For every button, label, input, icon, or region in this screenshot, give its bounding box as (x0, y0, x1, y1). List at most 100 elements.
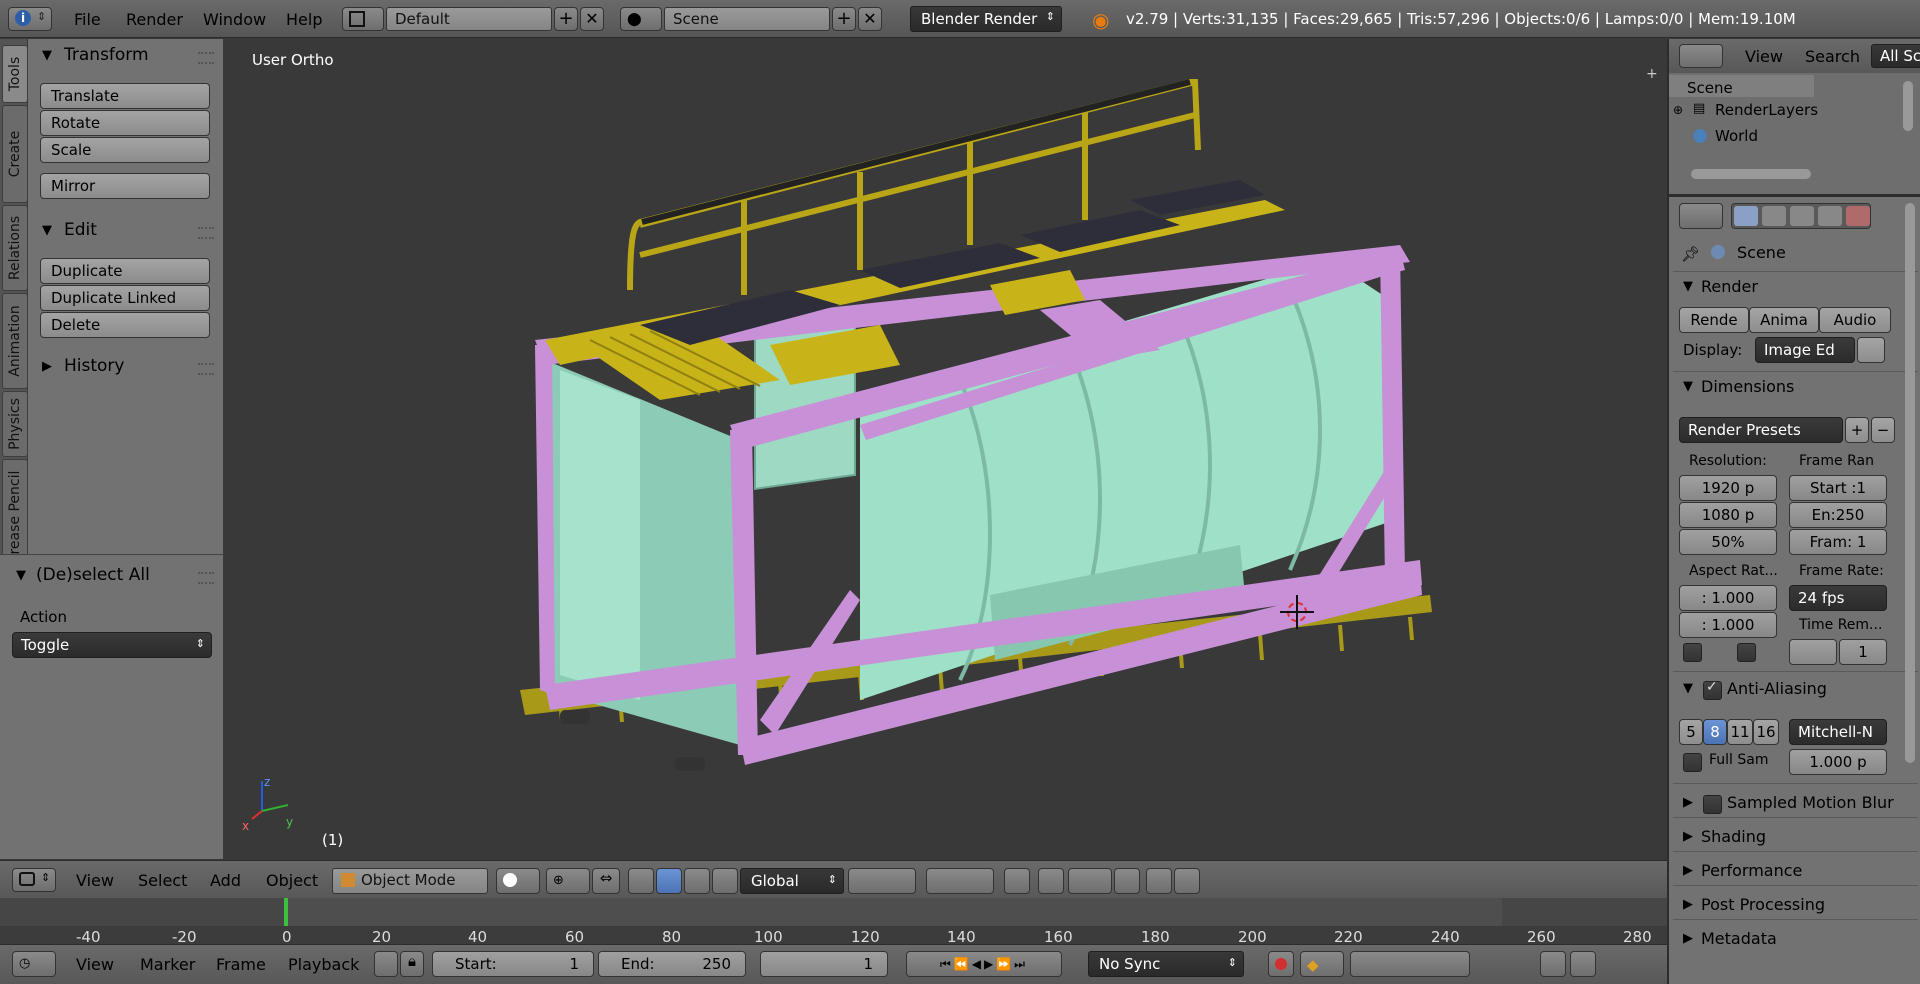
playback-controls[interactable]: ⏮⏪◀▶⏩⏭ (906, 951, 1062, 977)
menu-window[interactable]: Window (203, 10, 266, 29)
edit-panel-header[interactable]: ▼ Edit (28, 217, 224, 247)
delete-button[interactable]: Delete (40, 312, 210, 338)
collapse-triangle-icon[interactable]: ▼ (1683, 379, 1693, 394)
menu-marker[interactable]: Marker (140, 955, 195, 974)
drag-grip-icon[interactable] (198, 52, 214, 64)
menu-frame[interactable]: Frame (216, 955, 266, 974)
record-icon[interactable] (1268, 951, 1294, 977)
border-checkbox[interactable] (1683, 643, 1702, 662)
anti-aliasing-checkbox[interactable]: ✓ (1703, 679, 1722, 700)
scene-field[interactable]: Scene (664, 7, 830, 31)
current-frame-marker[interactable] (284, 898, 288, 928)
menu-search[interactable]: Search (1805, 47, 1860, 66)
display-select[interactable]: Image Ed (1755, 337, 1855, 363)
sync-mode-select[interactable]: No Sync ⇕ (1088, 951, 1244, 977)
proportional-edit-icon[interactable] (1038, 868, 1064, 894)
end-frame-field[interactable]: End: 250 (598, 951, 746, 977)
expand-triangle-icon[interactable]: ▶ (1683, 897, 1693, 912)
pin-icon[interactable]: 📌︎ (1681, 245, 1700, 263)
translate-button[interactable]: Translate (40, 83, 210, 109)
frame-end-field[interactable]: En:250 (1789, 502, 1887, 528)
crop-checkbox[interactable] (1737, 643, 1756, 662)
menu-view[interactable]: View (76, 871, 114, 890)
expand-icon[interactable]: ⊕ (1673, 103, 1683, 117)
filter-size-field[interactable]: 1.000 p (1789, 749, 1887, 775)
opengl-animation-icon[interactable] (1174, 868, 1200, 894)
add-layout-icon[interactable]: + (554, 7, 578, 31)
aa-samples-8[interactable]: 8 (1703, 719, 1727, 745)
rotate-manipulator-icon[interactable] (684, 868, 710, 894)
translate-manipulator-icon[interactable] (656, 868, 682, 894)
collapse-triangle-icon[interactable]: ▼ (1683, 279, 1693, 294)
sampled-motion-blur-title[interactable]: Sampled Motion Blur (1727, 793, 1894, 812)
outliner-item-renderlayers[interactable]: RenderLayers (1715, 101, 1818, 119)
editor-type-button[interactable]: i ⇕ (8, 7, 52, 31)
3d-viewport[interactable]: User Ortho + z y x (1) (224, 39, 1667, 860)
menu-select[interactable]: Select (138, 871, 187, 890)
expand-triangle-icon[interactable]: ▶ (1683, 795, 1693, 810)
menu-playback[interactable]: Playback (288, 955, 359, 974)
snap-element-select[interactable] (1068, 868, 1112, 894)
tab-animation[interactable]: Animation (2, 293, 28, 389)
operator-panel-header[interactable]: ▼ (De)select All (0, 562, 224, 592)
aa-samples-11[interactable]: 11 (1727, 719, 1753, 745)
menu-file[interactable]: File (74, 10, 101, 29)
delete-keyframe-icon[interactable] (1570, 951, 1596, 977)
snap-target-icon[interactable] (1114, 868, 1140, 894)
start-frame-field[interactable]: Start: 1 (432, 951, 594, 977)
editor-type-button[interactable]: ⇕ (12, 868, 56, 892)
current-frame-field[interactable]: 1 (760, 951, 888, 977)
aa-samples-5[interactable]: 5 (1679, 719, 1703, 745)
frame-step-field[interactable]: Fram: 1 (1789, 529, 1887, 555)
scene-browse[interactable]: ⬤ (620, 7, 662, 31)
frame-start-field[interactable]: Start :1 (1789, 475, 1887, 501)
outliner-item-scene[interactable]: Scene (1687, 79, 1733, 97)
expand-triangle-icon[interactable]: ▶ (1683, 829, 1693, 844)
motion-blur-checkbox[interactable] (1703, 795, 1722, 814)
render-layers-tab-icon[interactable] (1762, 206, 1786, 226)
add-preset-icon[interactable]: + (1845, 417, 1869, 443)
context-tabs[interactable] (1731, 203, 1871, 229)
render-audio-button[interactable]: Audio (1819, 307, 1891, 333)
metadata-panel-title[interactable]: Metadata (1701, 929, 1777, 948)
performance-panel-title[interactable]: Performance (1701, 861, 1802, 880)
aspect-y-field[interactable]: : 1.000 (1679, 612, 1777, 638)
tab-physics[interactable]: Physics (2, 391, 28, 457)
drag-grip-icon[interactable] (198, 227, 214, 239)
texture-tab-icon[interactable] (1846, 206, 1870, 226)
time-remap-old-field[interactable] (1789, 639, 1837, 665)
collapse-triangle-icon[interactable]: ▼ (1683, 681, 1693, 696)
layers-grid-1[interactable] (848, 868, 916, 894)
drag-grip-icon[interactable] (198, 363, 214, 375)
outliner-item-world[interactable]: World (1715, 127, 1758, 145)
pivot-manipulate-icon[interactable]: ⇔ (592, 868, 620, 894)
preview-range-icon[interactable] (374, 951, 398, 977)
manipulator-toggle-icon[interactable] (628, 868, 654, 894)
scale-manipulator-icon[interactable] (712, 868, 738, 894)
tank-container-model[interactable] (224, 39, 1667, 860)
aa-samples-16[interactable]: 16 (1753, 719, 1779, 745)
add-scene-icon[interactable]: + (832, 7, 856, 31)
render-panel-title[interactable]: Render (1701, 277, 1758, 296)
screen-layout-browse[interactable] (342, 7, 384, 31)
editor-type-button[interactable] (1679, 44, 1723, 68)
post-processing-panel-title[interactable]: Post Processing (1701, 895, 1825, 914)
world-tab-icon[interactable] (1818, 206, 1842, 226)
dimensions-panel-title[interactable]: Dimensions (1701, 377, 1794, 396)
editor-type-button[interactable]: ◷ (12, 951, 56, 977)
insert-keyframe-icon[interactable] (1540, 951, 1566, 977)
tab-tools[interactable]: Tools (2, 45, 28, 103)
render-engine-select[interactable]: Blender Render ⇕ (910, 6, 1062, 32)
drag-grip-icon[interactable] (198, 572, 214, 584)
anti-aliasing-panel-title[interactable]: Anti-Aliasing (1727, 679, 1827, 698)
scrollbar-vertical[interactable] (1903, 81, 1913, 131)
action-select[interactable]: Toggle ⇕ (12, 632, 212, 658)
full-sample-checkbox[interactable] (1683, 753, 1702, 772)
scene-tab-icon[interactable] (1790, 206, 1814, 226)
menu-render[interactable]: Render (126, 10, 183, 29)
viewport-shading-select[interactable] (496, 868, 540, 894)
menu-view[interactable]: View (1745, 47, 1783, 66)
mode-select[interactable]: Object Mode (332, 868, 488, 894)
menu-view[interactable]: View (76, 955, 114, 974)
tab-create[interactable]: Create (2, 105, 28, 203)
